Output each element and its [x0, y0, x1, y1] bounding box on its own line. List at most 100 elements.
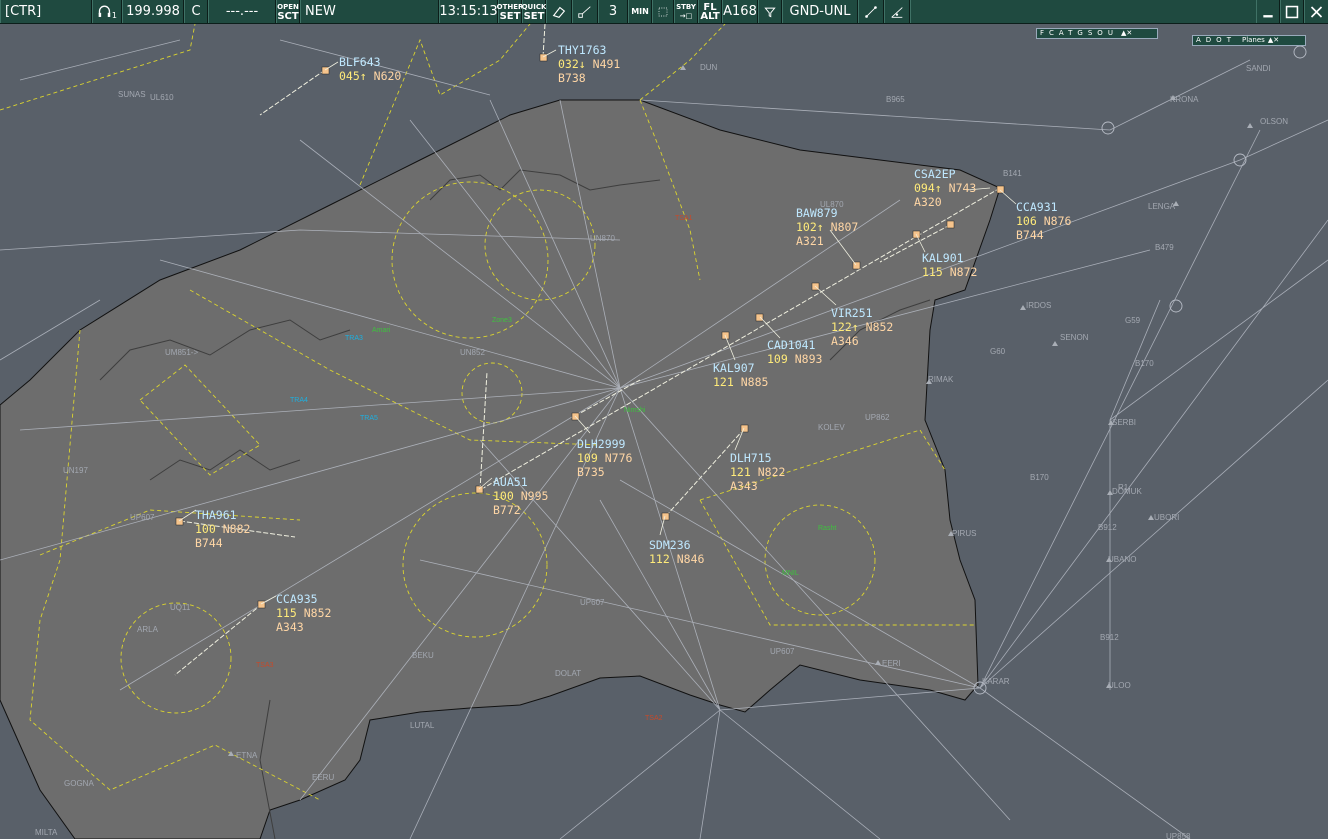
svg-text:UBANO: UBANO — [1108, 555, 1136, 564]
svg-text:R1: R1 — [1118, 483, 1129, 492]
headset-icon — [98, 5, 111, 17]
target-sdm236[interactable] — [661, 512, 670, 521]
position-label: [CTR] — [5, 4, 42, 19]
flight-level: 121 — [713, 375, 734, 389]
speed: N743 — [948, 181, 977, 195]
aircraft-label-csa2ep[interactable]: CSA2EP 094↑ N743 A320 — [914, 167, 976, 209]
eraser-button[interactable] — [546, 0, 572, 23]
svg-text:G60: G60 — [990, 347, 1006, 356]
aircraft-type: B744 — [195, 536, 223, 550]
speed: N776 — [604, 451, 633, 465]
standby-button[interactable]: STBY →□ — [674, 0, 698, 23]
adot-panel[interactable]: ADOT Planes ▲✕ — [1192, 35, 1306, 46]
callsign: AUA51 — [493, 475, 528, 489]
fl-bottom: ALT — [700, 10, 720, 22]
toolbar-spacer — [910, 0, 1256, 23]
count-display[interactable]: 3 — [598, 0, 628, 23]
svg-text:Nimshi: Nimshi — [624, 407, 646, 414]
target-cad1041[interactable] — [755, 313, 764, 322]
altitude-display[interactable]: A168 — [722, 0, 758, 23]
aircraft-label-kal901[interactable]: KAL901 115 N872 — [922, 251, 977, 279]
code-field[interactable]: ---.--- — [208, 0, 276, 23]
aircraft-label-aua51[interactable]: AUA51 100 N995 B772 — [493, 475, 548, 517]
flight-level: 094↑ — [914, 181, 942, 195]
callsign: DLH2999 — [577, 437, 626, 451]
filter-icon — [764, 7, 776, 17]
position-display[interactable]: [CTR] — [0, 0, 92, 23]
radar-map[interactable]: SUNAS B965 KRONA SANDI OLSON LENGA IRDOS SENO… — [0, 24, 1328, 839]
sector-name: NEW — [305, 4, 336, 19]
frequency-display[interactable]: 199.998 — [122, 0, 184, 23]
aircraft-label-vir251[interactable]: VIR251 122↑ N852 A346 — [831, 306, 893, 348]
aircraft-type: B772 — [493, 503, 521, 517]
open-sector-button[interactable]: OPEN SCT — [276, 0, 300, 23]
aircraft-label-cca931[interactable]: CCA931 106 N876 B744 — [1016, 200, 1071, 242]
svg-text:UBORI: UBORI — [1154, 513, 1179, 522]
close-window-button[interactable] — [1304, 0, 1328, 23]
svg-text:B141: B141 — [1003, 169, 1022, 178]
target-cca931[interactable] — [946, 220, 955, 229]
svg-text:Rasht: Rasht — [818, 525, 836, 532]
aircraft-type: B744 — [1016, 228, 1044, 242]
frequency-value: 199.998 — [126, 4, 180, 19]
headset-button[interactable]: 1 — [92, 0, 122, 23]
aircraft-label-blf643[interactable]: BLF643 045↑ N620 — [339, 55, 401, 83]
fl-alt-button[interactable]: FL ALT — [698, 0, 722, 23]
stby-arrow: →□ — [679, 11, 693, 20]
mode-button[interactable]: C — [184, 0, 208, 23]
svg-text:SANDI: SANDI — [1246, 64, 1270, 73]
dots-button[interactable] — [652, 0, 674, 23]
target-dlh715[interactable] — [740, 424, 749, 433]
speed: N846 — [676, 552, 705, 566]
frequency-channel: 1 — [111, 11, 117, 20]
aircraft-label-baw879[interactable]: BAW879 102↑ N807 A321 — [796, 206, 858, 248]
flight-level: 109 — [767, 352, 788, 366]
other-set-button[interactable]: OTHER SET — [497, 0, 523, 23]
route-tool-button[interactable] — [858, 0, 884, 23]
callsign: BAW879 — [796, 206, 838, 220]
aircraft-label-tha961[interactable]: THA961 100 N882 B744 — [195, 508, 250, 550]
sector-name-display: NEW — [300, 0, 439, 23]
clock: 13:15:13 — [439, 4, 498, 19]
filter-range: GND-UNL — [789, 4, 851, 19]
vector-button[interactable] — [572, 0, 598, 23]
svg-text:MILTA: MILTA — [35, 828, 58, 837]
min-label: MIN — [631, 7, 649, 16]
filter-range-display[interactable]: GND-UNL — [782, 0, 858, 23]
svg-text:ETNA: ETNA — [236, 751, 258, 760]
quick-set-bottom: SET — [523, 10, 545, 22]
fcat-panel-close-icon[interactable]: ▲✕ — [1121, 28, 1132, 39]
min-button[interactable]: MIN — [628, 0, 652, 23]
minimize-button[interactable] — [1256, 0, 1280, 23]
measure-tool-button[interactable] — [884, 0, 910, 23]
fcat-panel[interactable]: FCATGSOU ▲✕ — [1036, 28, 1158, 39]
speed: N852 — [865, 320, 894, 334]
aircraft-type: A321 — [796, 234, 824, 248]
maximize-icon — [1285, 5, 1299, 18]
svg-text:TSA1: TSA1 — [675, 215, 693, 222]
svg-text:OLSON: OLSON — [1260, 117, 1288, 126]
svg-text:Amari: Amari — [372, 327, 391, 334]
fcat-panel-label: FCATGSOU — [1040, 29, 1118, 37]
aircraft-label-thy1763[interactable]: THY1763 032↓ N491 B738 — [558, 43, 620, 85]
aircraft-label-cad1041[interactable]: CAD1041 109 N893 — [767, 338, 822, 366]
aircraft-label-cca935[interactable]: CCA935 115 N852 A343 — [276, 592, 331, 634]
flight-level: 109 — [577, 451, 598, 465]
aircraft-label-kal907[interactable]: KAL907 121 N885 — [713, 361, 768, 389]
adot-panel-close-icon[interactable]: ▲✕ — [1268, 35, 1279, 46]
maximize-button[interactable] — [1280, 0, 1304, 23]
target-baw879[interactable] — [852, 261, 861, 270]
quick-set-button[interactable]: QUICK SET — [522, 0, 546, 23]
filter-button[interactable] — [758, 0, 782, 23]
minimize-icon — [1263, 14, 1273, 17]
svg-text:EERI: EERI — [882, 659, 901, 668]
aircraft-label-sdm236[interactable]: SDM236 112 N846 — [649, 538, 704, 566]
aircraft-label-dlh2999[interactable]: DLH2999 109 N776 B735 — [577, 437, 632, 479]
target-aua51[interactable] — [475, 485, 484, 494]
target-csa2ep[interactable] — [996, 185, 1005, 194]
flight-level: 032↓ — [558, 57, 586, 71]
callsign: KAL907 — [713, 361, 755, 375]
flight-level: 115 — [276, 606, 297, 620]
aircraft-label-dlh715[interactable]: DLH715 121 N822 A343 — [730, 451, 785, 493]
speed: N620 — [373, 69, 402, 83]
